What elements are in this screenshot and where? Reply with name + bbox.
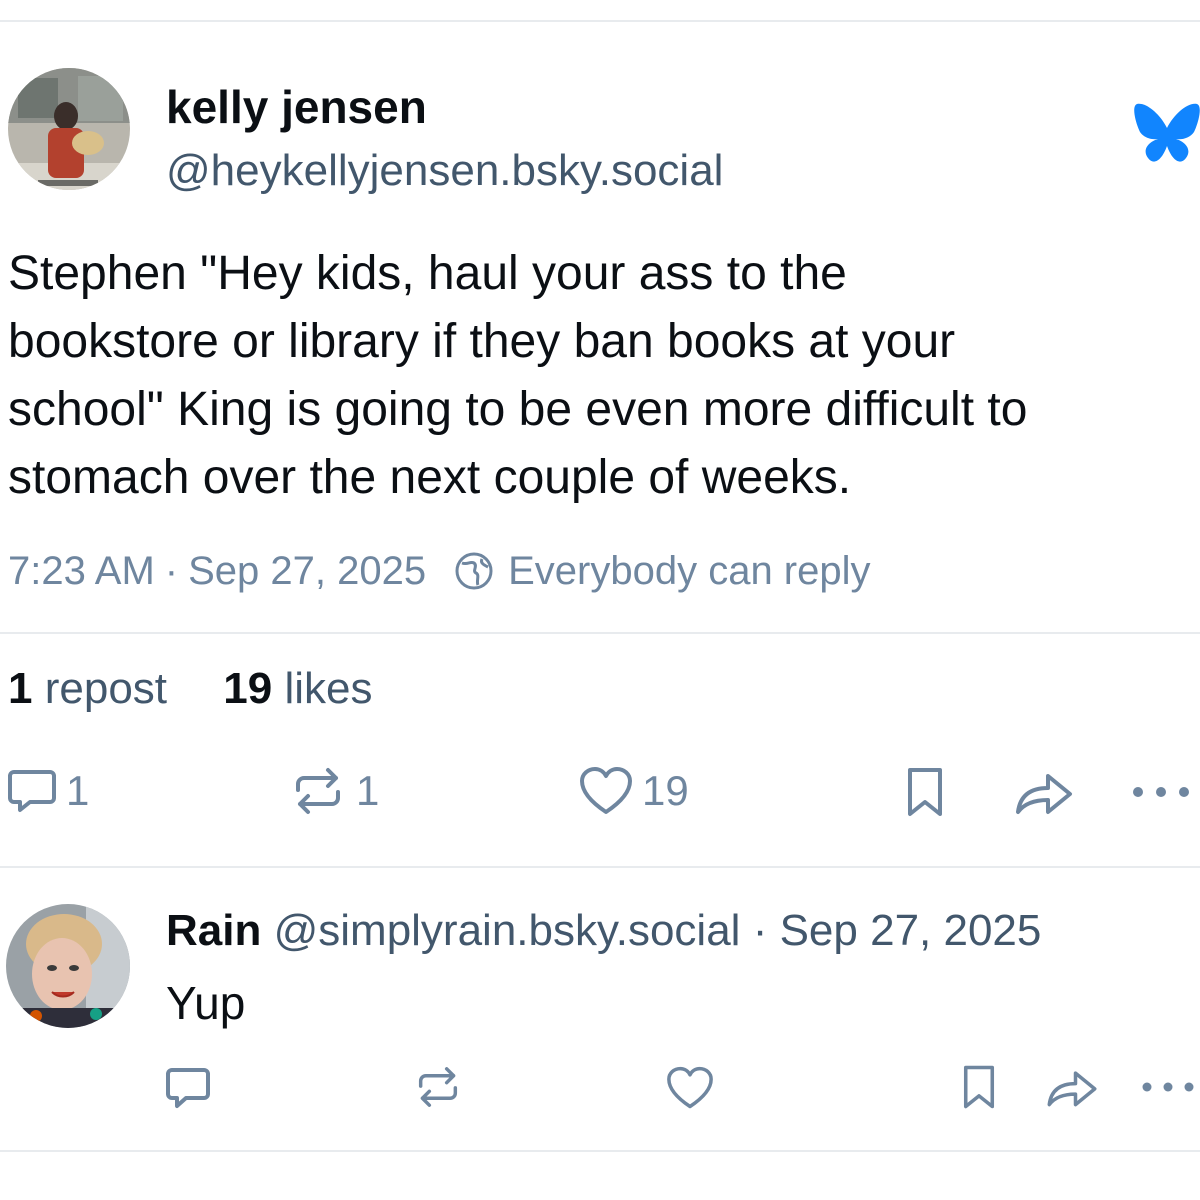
reply-header: Rain @simplyrain.bsky.social · Sep 27, 2… — [166, 906, 1041, 956]
heart-icon — [580, 767, 632, 814]
reply-count: 1 — [66, 767, 90, 814]
author-handle[interactable]: @heykellyjensen.bsky.social — [166, 146, 723, 196]
reply-icon — [166, 1068, 210, 1108]
reply-date[interactable]: Sep 27, 2025 — [780, 906, 1042, 955]
like-button[interactable]: 19 — [578, 766, 689, 816]
post-text-line: bookstore or library if they ban books a… — [8, 315, 956, 368]
post-date: Sep 27, 2025 — [188, 548, 427, 593]
ellipsis-icon — [1133, 787, 1189, 797]
like-count: 19 — [642, 767, 689, 814]
meta-separator: · — [164, 548, 179, 593]
post-divider — [0, 866, 1200, 868]
globe-icon — [454, 551, 494, 591]
repost-stat[interactable]: 1 repost — [8, 664, 167, 713]
reply-separator: · — [752, 906, 768, 955]
heart-icon — [667, 1066, 713, 1109]
ellipsis-icon — [1142, 1082, 1194, 1092]
reply-author-handle[interactable]: @simplyrain.bsky.social — [274, 906, 741, 955]
repost-stat-label: repost — [44, 664, 168, 713]
share-icon — [1047, 1071, 1097, 1107]
bookmark-icon — [908, 768, 942, 816]
post-time: 7:23 AM — [8, 548, 155, 593]
reply-button[interactable]: 1 — [6, 766, 89, 816]
reply-author-name[interactable]: Rain — [166, 906, 261, 955]
butterfly-icon — [1134, 100, 1200, 168]
bookmark-button[interactable] — [902, 766, 948, 818]
share-icon — [1016, 774, 1072, 814]
post-text-line: stomach over the next couple of weeks. — [8, 451, 852, 504]
reply-share-button[interactable] — [1044, 1066, 1100, 1110]
repost-button[interactable]: 1 — [288, 766, 379, 816]
meta-divider — [0, 632, 1200, 634]
reply-more-options-button[interactable] — [1140, 1078, 1196, 1096]
more-options-button[interactable] — [1130, 782, 1192, 802]
post-text: Stephen "Hey kids, haul your ass to the … — [8, 240, 1200, 512]
author-avatar[interactable] — [8, 68, 130, 190]
post-text-line: Stephen "Hey kids, haul your ass to the — [8, 247, 847, 300]
post-text-line: school" King is going to be even more di… — [8, 383, 1028, 436]
reply-reply-button[interactable] — [164, 1066, 212, 1110]
top-divider — [0, 20, 1200, 22]
repost-stat-count: 1 — [8, 664, 33, 713]
reply-bookmark-button[interactable] — [958, 1064, 1000, 1110]
like-stat[interactable]: 19 likes — [223, 664, 372, 713]
like-stat-label: likes — [284, 664, 373, 713]
bookmark-icon — [963, 1065, 995, 1109]
repost-icon — [418, 1067, 458, 1107]
reply-author-avatar[interactable] — [6, 904, 130, 1028]
reply-like-button[interactable] — [664, 1066, 716, 1110]
reply-setting[interactable]: Everybody can reply — [508, 549, 870, 594]
repost-count: 1 — [356, 767, 380, 814]
bottom-divider — [0, 1150, 1200, 1152]
like-stat-count: 19 — [223, 664, 273, 713]
author-name[interactable]: kelly jensen — [166, 80, 427, 134]
share-button[interactable] — [1012, 768, 1076, 818]
reply-icon — [8, 770, 56, 812]
reply-text: Yup — [166, 977, 246, 1029]
post-meta: 7:23 AM · Sep 27, 2025 Everybody can rep… — [8, 548, 871, 594]
post-stats: 1 repost 19 likes — [8, 664, 372, 714]
repost-icon — [296, 768, 340, 814]
reply-repost-button[interactable] — [412, 1064, 464, 1110]
